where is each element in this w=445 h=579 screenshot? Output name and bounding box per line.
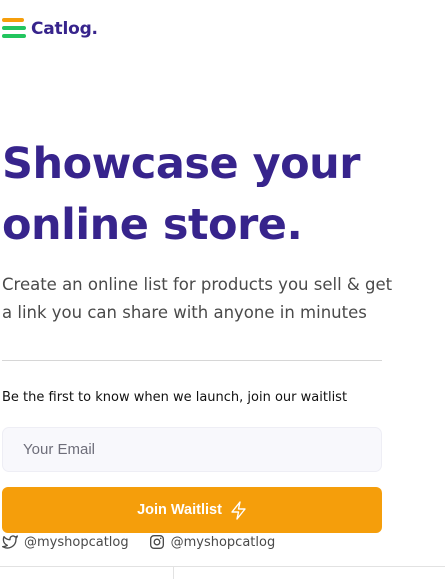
join-waitlist-label: Join Waitlist <box>137 502 222 518</box>
twitter-icon <box>2 535 18 549</box>
instagram-handle: @myshopcatlog <box>170 534 276 550</box>
instagram-icon <box>149 535 164 549</box>
waitlist-label: Be the first to know when we launch, joi… <box>2 390 348 405</box>
social-links: @myshopcatlog @myshopcatlog <box>2 534 275 550</box>
join-waitlist-button[interactable]: Join Waitlist <box>2 487 382 533</box>
hero-subtitle: Create an online list for products you s… <box>2 271 402 327</box>
footer-divider <box>0 566 445 567</box>
footer-column-divider <box>173 567 174 579</box>
catlog-logo-icon <box>2 18 26 38</box>
twitter-link[interactable]: @myshopcatlog <box>2 534 129 550</box>
hero-title: Showcase your online store. <box>2 134 422 256</box>
hero-subtitle-line-1: Create an online list for products you s… <box>2 275 393 294</box>
brand-name: Catlog. <box>31 19 98 39</box>
lightning-bolt-icon <box>231 500 246 520</box>
hero-title-line-1: Showcase your <box>2 139 360 189</box>
hero-title-line-2: online store. <box>2 200 303 250</box>
brand-logo[interactable]: Catlog. <box>2 18 98 40</box>
email-input[interactable] <box>2 427 382 472</box>
section-divider <box>2 360 382 361</box>
instagram-link[interactable]: @myshopcatlog <box>149 534 276 550</box>
twitter-handle: @myshopcatlog <box>24 534 129 550</box>
hero-subtitle-line-2: a link you can share with anyone in minu… <box>2 303 367 322</box>
